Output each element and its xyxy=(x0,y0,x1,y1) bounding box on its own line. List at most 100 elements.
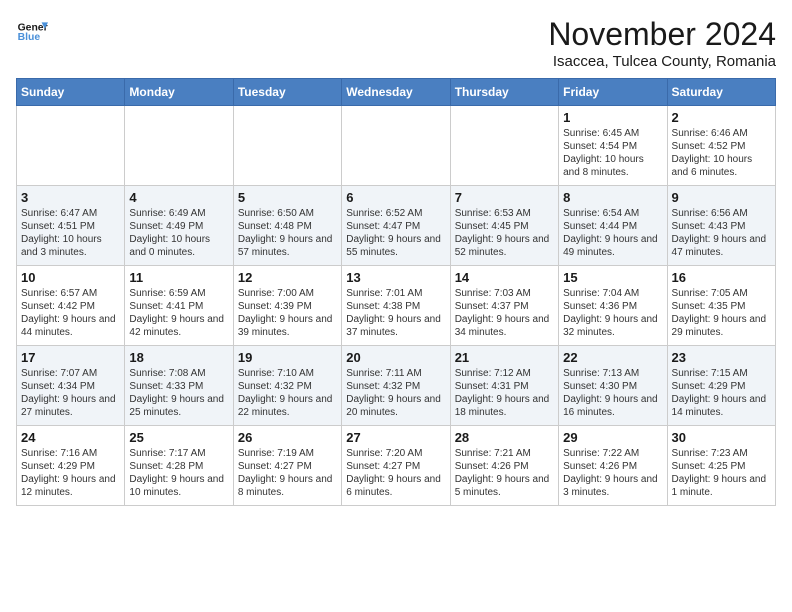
calendar-day-cell: 8Sunrise: 6:54 AMSunset: 4:44 PMDaylight… xyxy=(559,186,667,266)
day-info: Sunrise: 6:53 AM xyxy=(455,207,554,220)
day-info: Sunset: 4:54 PM xyxy=(563,140,662,153)
calendar-day-cell: 12Sunrise: 7:00 AMSunset: 4:39 PMDayligh… xyxy=(233,266,341,346)
day-number: 17 xyxy=(21,350,120,365)
calendar-day-cell: 14Sunrise: 7:03 AMSunset: 4:37 PMDayligh… xyxy=(450,266,558,346)
day-info: Sunset: 4:45 PM xyxy=(455,220,554,233)
day-info: Sunrise: 6:59 AM xyxy=(129,287,228,300)
day-info: Daylight: 9 hours and 12 minutes. xyxy=(21,473,120,499)
day-info: Sunset: 4:26 PM xyxy=(563,460,662,473)
day-info: Sunrise: 6:54 AM xyxy=(563,207,662,220)
calendar-day-cell xyxy=(450,106,558,186)
day-number: 19 xyxy=(238,350,337,365)
day-info: Sunset: 4:27 PM xyxy=(346,460,445,473)
day-info: Daylight: 9 hours and 44 minutes. xyxy=(21,313,120,339)
day-info: Daylight: 9 hours and 32 minutes. xyxy=(563,313,662,339)
day-number: 24 xyxy=(21,430,120,445)
day-info: Sunset: 4:34 PM xyxy=(21,380,120,393)
day-info: Sunrise: 6:52 AM xyxy=(346,207,445,220)
calendar-day-cell xyxy=(342,106,450,186)
day-info: Sunset: 4:51 PM xyxy=(21,220,120,233)
calendar-body: 1Sunrise: 6:45 AMSunset: 4:54 PMDaylight… xyxy=(17,106,776,506)
calendar-day-cell: 24Sunrise: 7:16 AMSunset: 4:29 PMDayligh… xyxy=(17,426,125,506)
day-info: Sunrise: 7:21 AM xyxy=(455,447,554,460)
day-info: Daylight: 9 hours and 42 minutes. xyxy=(129,313,228,339)
calendar-week-row: 17Sunrise: 7:07 AMSunset: 4:34 PMDayligh… xyxy=(17,346,776,426)
calendar-day-cell: 10Sunrise: 6:57 AMSunset: 4:42 PMDayligh… xyxy=(17,266,125,346)
day-info: Sunset: 4:52 PM xyxy=(672,140,771,153)
calendar-day-cell: 2Sunrise: 6:46 AMSunset: 4:52 PMDaylight… xyxy=(667,106,775,186)
calendar-week-row: 24Sunrise: 7:16 AMSunset: 4:29 PMDayligh… xyxy=(17,426,776,506)
day-info: Sunrise: 7:08 AM xyxy=(129,367,228,380)
logo: General Blue xyxy=(16,16,48,48)
day-number: 15 xyxy=(563,270,662,285)
day-info: Sunset: 4:49 PM xyxy=(129,220,228,233)
calendar-day-cell: 27 Sunrise: 7:20 AMSunset: 4:27 PMDayligh… xyxy=(342,426,450,506)
day-info: Daylight: 9 hours and 6 minutes. xyxy=(346,473,445,499)
day-info: Sunrise: 6:56 AM xyxy=(672,207,771,220)
day-info: Daylight: 9 hours and 18 minutes. xyxy=(455,393,554,419)
calendar-day-cell: 30Sunrise: 7:23 AMSunset: 4:25 PMDayligh… xyxy=(667,426,775,506)
day-of-week-header: Friday xyxy=(559,79,667,106)
day-info: Sunrise: 7:13 AM xyxy=(563,367,662,380)
calendar-title: November 2024 xyxy=(548,16,776,53)
calendar-day-cell: 16Sunrise: 7:05 AMSunset: 4:35 PMDayligh… xyxy=(667,266,775,346)
day-number: 1 xyxy=(563,110,662,125)
calendar-day-cell: 9Sunrise: 6:56 AMSunset: 4:43 PMDaylight… xyxy=(667,186,775,266)
calendar-day-cell: 3Sunrise: 6:47 AMSunset: 4:51 PMDaylight… xyxy=(17,186,125,266)
day-info: Sunrise: 7:05 AM xyxy=(672,287,771,300)
day-number: 7 xyxy=(455,190,554,205)
logo-icon: General Blue xyxy=(16,16,48,48)
calendar-day-cell: 22Sunrise: 7:13 AMSunset: 4:30 PMDayligh… xyxy=(559,346,667,426)
day-info: Sunset: 4:44 PM xyxy=(563,220,662,233)
day-info: Sunset: 4:43 PM xyxy=(672,220,771,233)
day-info: Sunset: 4:36 PM xyxy=(563,300,662,313)
day-info: Sunrise: 7:17 AM xyxy=(129,447,228,460)
day-of-week-header: Wednesday xyxy=(342,79,450,106)
svg-text:Blue: Blue xyxy=(18,32,41,43)
day-info: Sunset: 4:32 PM xyxy=(346,380,445,393)
calendar-subtitle: Isaccea, Tulcea County, Romania xyxy=(548,53,776,70)
day-info: Daylight: 9 hours and 25 minutes. xyxy=(129,393,228,419)
day-info: Daylight: 10 hours and 8 minutes. xyxy=(563,153,662,179)
day-info: Sunrise: 6:46 AM xyxy=(672,127,771,140)
calendar-day-cell: 21Sunrise: 7:12 AMSunset: 4:31 PMDayligh… xyxy=(450,346,558,426)
day-info: Sunset: 4:32 PM xyxy=(238,380,337,393)
day-number: 13 xyxy=(346,270,445,285)
calendar-day-cell xyxy=(17,106,125,186)
day-info: Sunrise: 6:47 AM xyxy=(21,207,120,220)
day-info: Sunrise: 7:20 AM xyxy=(346,447,445,460)
calendar-day-cell: 28Sunrise: 7:21 AMSunset: 4:26 PMDayligh… xyxy=(450,426,558,506)
calendar-day-cell: 26Sunrise: 7:19 AMSunset: 4:27 PMDayligh… xyxy=(233,426,341,506)
day-number: 9 xyxy=(672,190,771,205)
day-info: Daylight: 9 hours and 55 minutes. xyxy=(346,233,445,259)
day-number: 4 xyxy=(129,190,228,205)
calendar-day-cell: 15 Sunrise: 7:04 AMSunset: 4:36 PMDayligh… xyxy=(559,266,667,346)
day-info: Daylight: 9 hours and 22 minutes. xyxy=(238,393,337,419)
day-number: 26 xyxy=(238,430,337,445)
day-info: Sunset: 4:37 PM xyxy=(455,300,554,313)
day-info: Sunset: 4:27 PM xyxy=(238,460,337,473)
day-info: Sunset: 4:30 PM xyxy=(563,380,662,393)
day-info: Sunrise: 7:04 AM xyxy=(563,287,662,300)
calendar-day-cell xyxy=(125,106,233,186)
day-info: Sunrise: 7:03 AM xyxy=(455,287,554,300)
day-info: Daylight: 9 hours and 16 minutes. xyxy=(563,393,662,419)
day-number: 27 xyxy=(346,430,445,445)
day-info: Sunset: 4:29 PM xyxy=(21,460,120,473)
day-info: Sunset: 4:39 PM xyxy=(238,300,337,313)
day-number: 18 xyxy=(129,350,228,365)
header: General Blue November 2024 Isaccea, Tulc… xyxy=(16,16,776,70)
day-info: Sunset: 4:35 PM xyxy=(672,300,771,313)
day-number: 16 xyxy=(672,270,771,285)
calendar-day-cell: 29Sunrise: 7:22 AMSunset: 4:26 PMDayligh… xyxy=(559,426,667,506)
day-info: Sunset: 4:38 PM xyxy=(346,300,445,313)
day-number: 30 xyxy=(672,430,771,445)
calendar-day-cell: 5Sunrise: 6:50 AMSunset: 4:48 PMDaylight… xyxy=(233,186,341,266)
day-info: Daylight: 10 hours and 3 minutes. xyxy=(21,233,120,259)
day-info: Daylight: 9 hours and 52 minutes. xyxy=(455,233,554,259)
day-info: Daylight: 10 hours and 0 minutes. xyxy=(129,233,228,259)
day-info: Sunset: 4:28 PM xyxy=(129,460,228,473)
day-info: Daylight: 9 hours and 10 minutes. xyxy=(129,473,228,499)
title-area: November 2024 Isaccea, Tulcea County, Ro… xyxy=(548,16,776,70)
day-info: Daylight: 9 hours and 34 minutes. xyxy=(455,313,554,339)
